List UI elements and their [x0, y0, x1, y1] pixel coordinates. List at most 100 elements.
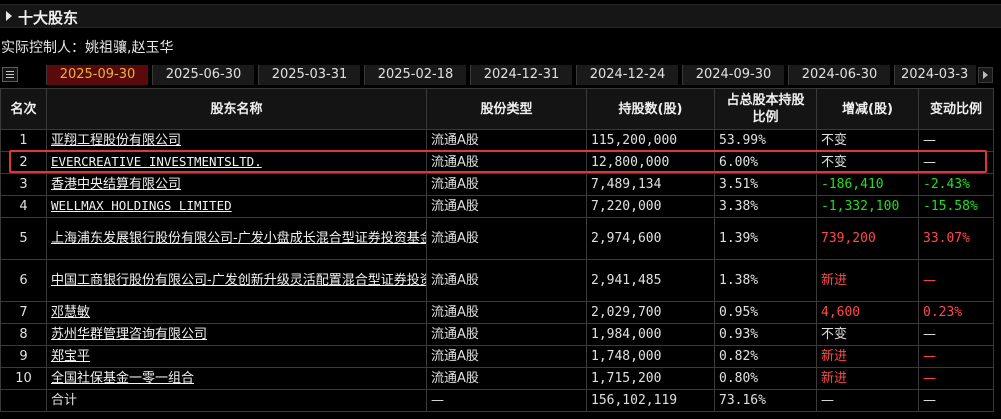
chevron-right-icon[interactable] — [978, 67, 993, 83]
table-row[interactable]: 5 上海浦东发展银行股份有限公司-广发小盘成长混合型证券投资基金(LOF) 流通… — [0, 217, 994, 260]
holder-name-link[interactable]: 上海浦东发展银行股份有限公司-广发小盘成长混合型证券投资基金(LOF) — [51, 231, 426, 246]
tab-2024-12-24[interactable]: 2024-12-24 — [576, 65, 678, 85]
table-row[interactable]: 1 亚翔工程股份有限公司 流通A股 115,200,000 53.99% 不变 … — [0, 129, 994, 152]
header-share-type[interactable]: 股份类型 — [426, 88, 587, 130]
holder-name-link[interactable]: EVERCREATIVE INVESTMENTSLTD. — [51, 154, 262, 169]
section-header[interactable]: 十大股东 — [0, 4, 1001, 28]
tab-2025-03-31[interactable]: 2025-03-31 — [258, 65, 360, 85]
change-cell: 新进 — [816, 259, 919, 302]
share-type-cell: 流通A股 — [426, 259, 587, 302]
table-row[interactable]: 7 邓慧敏 流通A股 2,029,700 0.95% 4,600 0.23% — [0, 301, 994, 324]
change-cell: 739,200 — [816, 217, 919, 260]
tab-2024-12-31[interactable]: 2024-12-31 — [470, 65, 572, 85]
share-type-cell: 流通A股 — [426, 301, 587, 324]
total-change-ratio-cell: — — [918, 389, 994, 412]
table-row[interactable]: 8 苏州华群管理咨询有限公司 流通A股 1,984,000 0.93% 不变 — — [0, 323, 994, 346]
rank-cell: 4 — [0, 195, 47, 218]
holder-name-link[interactable]: 全国社保基金一零一组合 — [51, 371, 194, 386]
shares-cell: 1,984,000 — [586, 323, 715, 346]
holder-name-link[interactable]: WELLMAX HOLDINGS LIMITED — [51, 198, 232, 213]
holder-name-cell: 苏州华群管理咨询有限公司 — [46, 323, 427, 346]
header-holder-name[interactable]: 股东名称 — [46, 88, 427, 130]
tab-2025-06-30[interactable]: 2025-06-30 — [152, 65, 254, 85]
ratio-cell: 0.95% — [714, 301, 817, 324]
holder-name-cell: 香港中央结算有限公司 — [46, 173, 427, 196]
total-type-cell: — — [426, 389, 587, 412]
share-type-cell: 流通A股 — [426, 323, 587, 346]
rank-cell: 7 — [0, 301, 47, 324]
tab-2024-06-30[interactable]: 2024-06-30 — [788, 65, 890, 85]
tab-2024-09-30[interactable]: 2024-09-30 — [682, 65, 784, 85]
header-ratio[interactable]: 占总股本持股比例 — [714, 88, 817, 130]
ratio-cell: 1.38% — [714, 259, 817, 302]
holder-name-cell: EVERCREATIVE INVESTMENTSLTD. — [46, 151, 427, 174]
report-date-tabs-bar: 2025-09-30 2025-06-30 2025-03-31 2025-02… — [0, 65, 1001, 85]
table-header-row: 名次 股东名称 股份类型 持股数(股) 占总股本持股比例 增减(股) 变动比例 — [0, 88, 994, 130]
controller-names: 姚祖骧,赵玉华 — [85, 40, 174, 56]
share-type-cell: 流通A股 — [426, 195, 587, 218]
header-rank[interactable]: 名次 — [0, 88, 47, 130]
caret-right-icon[interactable] — [6, 11, 12, 21]
change-cell: 不变 — [816, 151, 919, 174]
change-ratio-cell: 33.07% — [918, 217, 994, 260]
tab-2025-02-18[interactable]: 2025-02-18 — [364, 65, 466, 85]
holder-name-link[interactable]: 中国工商银行股份有限公司-广发创新升级灵活配置混合型证券投资基金 — [51, 273, 426, 288]
holder-name-cell: WELLMAX HOLDINGS LIMITED — [46, 195, 427, 218]
change-cell: 4,600 — [816, 301, 919, 324]
rank-cell: 9 — [0, 345, 47, 368]
shares-cell: 1,715,200 — [586, 367, 715, 390]
controller-label: 实际控制人： — [1, 40, 85, 56]
change-cell: 新进 — [816, 345, 919, 368]
tab-2025-09-30[interactable]: 2025-09-30 — [46, 65, 148, 85]
change-ratio-cell: — — [918, 345, 994, 368]
rank-cell: 1 — [0, 129, 47, 152]
header-shares-held[interactable]: 持股数(股) — [586, 88, 715, 130]
share-type-cell: 流通A股 — [426, 367, 587, 390]
table-row[interactable]: 4 WELLMAX HOLDINGS LIMITED 流通A股 7,220,00… — [0, 195, 994, 218]
change-ratio-cell: — — [918, 323, 994, 346]
share-type-cell: 流通A股 — [426, 217, 587, 260]
change-cell: -186,410 — [816, 173, 919, 196]
ratio-cell: 6.00% — [714, 151, 817, 174]
ratio-cell: 3.51% — [714, 173, 817, 196]
shares-cell: 7,489,134 — [586, 173, 715, 196]
holder-name-link[interactable]: 亚翔工程股份有限公司 — [51, 133, 181, 148]
change-ratio-cell: 0.23% — [918, 301, 994, 324]
share-type-cell: 流通A股 — [426, 151, 587, 174]
holder-name-link[interactable]: 郑宝平 — [51, 349, 90, 364]
holder-name-link[interactable]: 邓慧敏 — [51, 305, 90, 320]
holder-name-cell: 郑宝平 — [46, 345, 427, 368]
change-cell: 不变 — [816, 129, 919, 152]
menu-icon[interactable] — [2, 67, 18, 82]
change-ratio-cell: — — [918, 151, 994, 174]
change-ratio-cell: -2.43% — [918, 173, 994, 196]
rank-cell: 3 — [0, 173, 47, 196]
ratio-cell: 53.99% — [714, 129, 817, 152]
shares-cell: 2,029,700 — [586, 301, 715, 324]
ratio-cell: 1.39% — [714, 217, 817, 260]
table-row[interactable]: 6 中国工商银行股份有限公司-广发创新升级灵活配置混合型证券投资基金 流通A股 … — [0, 259, 994, 302]
holder-name-cell: 邓慧敏 — [46, 301, 427, 324]
total-shares-cell: 156,102,119 — [586, 389, 715, 412]
change-ratio-cell: — — [918, 259, 994, 302]
rank-cell: 6 — [0, 259, 47, 302]
ratio-cell: 0.82% — [714, 345, 817, 368]
ratio-cell: 3.38% — [714, 195, 817, 218]
table-row[interactable]: 2 EVERCREATIVE INVESTMENTSLTD. 流通A股 12,8… — [0, 151, 994, 174]
holder-name-cell: 上海浦东发展银行股份有限公司-广发小盘成长混合型证券投资基金(LOF) — [46, 217, 427, 260]
shares-cell: 12,800,000 — [586, 151, 715, 174]
header-change-ratio[interactable]: 变动比例 — [918, 88, 994, 130]
table-row[interactable]: 9 郑宝平 流通A股 1,748,000 0.82% 新进 — — [0, 345, 994, 368]
holder-name-link[interactable]: 苏州华群管理咨询有限公司 — [51, 327, 207, 342]
shares-cell: 1,748,000 — [586, 345, 715, 368]
holder-name-cell: 中国工商银行股份有限公司-广发创新升级灵活配置混合型证券投资基金 — [46, 259, 427, 302]
rank-cell: 5 — [0, 217, 47, 260]
table-row[interactable]: 10 全国社保基金一零一组合 流通A股 1,715,200 0.80% 新进 — — [0, 367, 994, 390]
tab-2024-03-31[interactable]: 2024-03-3 — [894, 65, 976, 85]
header-change[interactable]: 增减(股) — [816, 88, 919, 130]
rank-cell: 10 — [0, 367, 47, 390]
table-row[interactable]: 3 香港中央结算有限公司 流通A股 7,489,134 3.51% -186,4… — [0, 173, 994, 196]
change-ratio-cell: — — [918, 129, 994, 152]
top-ten-holders-table: 名次 股东名称 股份类型 持股数(股) 占总股本持股比例 增减(股) 变动比例 … — [0, 88, 994, 412]
holder-name-link[interactable]: 香港中央结算有限公司 — [51, 177, 181, 192]
